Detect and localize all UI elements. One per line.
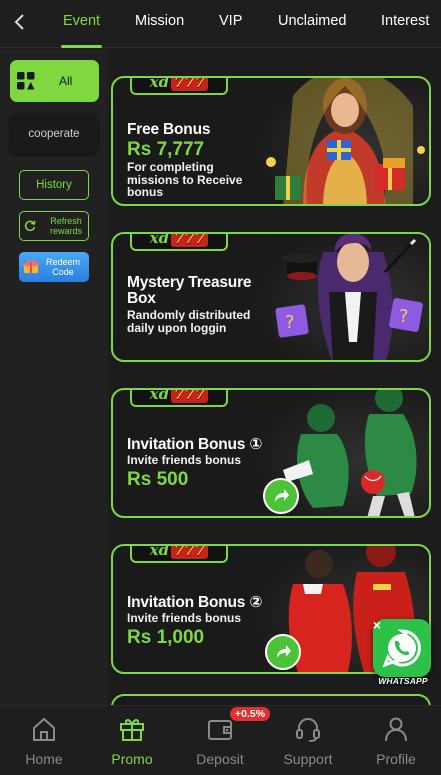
xd777-logo: xd 777	[130, 78, 228, 95]
xd777-logo: xd 777	[130, 234, 228, 251]
nav-profile[interactable]: Profile	[352, 706, 440, 775]
nav-deposit-label: Deposit	[196, 751, 244, 767]
nav-support[interactable]: Support	[264, 706, 352, 775]
grid-icon	[17, 72, 35, 90]
svg-text:?: ?	[285, 312, 295, 333]
category-sidebar: All cooperate History Refresh rewards Re…	[0, 49, 108, 705]
xd777-logo: xd 777	[130, 390, 228, 407]
banner-title: Invitation Bonus ①	[127, 436, 263, 453]
tab-vip[interactable]: VIP	[219, 0, 242, 48]
wallet-icon	[208, 720, 232, 740]
redeem-code-label: Redeem Code	[45, 257, 81, 277]
share-arrow-icon	[263, 478, 299, 514]
tab-event[interactable]: Event	[60, 0, 103, 48]
nav-support-label: Support	[283, 751, 333, 767]
refresh-rewards-label: Refresh rewards	[49, 216, 82, 236]
nav-promo-label: Promo	[111, 751, 153, 767]
whatsapp-label: WHATSAPP	[378, 676, 428, 686]
nav-home[interactable]: Home	[0, 706, 88, 775]
gift-icon	[120, 719, 144, 741]
magician-woman-illustration: ? ?	[275, 234, 423, 360]
xd777-logo: xd 777	[130, 546, 228, 563]
tab-interest[interactable]: Interest	[381, 0, 429, 48]
user-icon	[385, 717, 407, 742]
nav-promo[interactable]: Promo	[88, 706, 176, 775]
refresh-icon	[24, 220, 36, 232]
mystery-treasure-box-banner[interactable]: ? ? xd 777 Mystery Treasure Box Randomly …	[111, 232, 431, 362]
banner-amount: Rs 500	[127, 469, 189, 490]
banner-title: Mystery Treasure Box	[127, 274, 252, 307]
banner-subtitle: Invite friends bonus	[127, 453, 242, 467]
home-icon	[33, 717, 55, 741]
refresh-rewards-button[interactable]: Refresh rewards	[19, 211, 89, 241]
headset-icon	[296, 718, 320, 742]
back-icon[interactable]	[6, 8, 34, 36]
nav-profile-label: Profile	[376, 751, 416, 767]
category-all-label: All	[59, 74, 73, 88]
banner-title: Free Bonus	[127, 121, 211, 138]
woman-with-gifts-illustration	[266, 78, 425, 204]
close-whatsapp-icon[interactable]: ×	[370, 618, 384, 632]
history-button[interactable]: History	[19, 170, 89, 200]
category-cooperate-button[interactable]: cooperate	[10, 114, 98, 154]
bottom-nav: Home Promo Deposit Support Profile	[0, 705, 441, 775]
tab-mission[interactable]: Mission	[135, 0, 184, 48]
gift-box-icon	[23, 260, 39, 273]
banner-subtitle: For completing missions to Receive bonus	[127, 160, 243, 199]
free-bonus-banner[interactable]: xd 777 Free Bonus Rs 7,777 For completing…	[111, 76, 431, 206]
banner-amount: Rs 7,777	[127, 139, 205, 160]
banner-subtitle: Randomly distributed daily upon loggin	[127, 308, 251, 335]
svg-text:?: ?	[399, 306, 409, 327]
banner-subtitle: Invite friends bonus	[127, 611, 242, 625]
banner-title: Invitation Bonus ②	[127, 594, 263, 611]
banner-amount: Rs 1,000	[127, 627, 205, 648]
tab-unclaimed[interactable]: Unclaimed	[278, 0, 347, 48]
category-all-button[interactable]: All	[10, 60, 99, 102]
deposit-bonus-badge: +0.5%	[230, 707, 271, 721]
invitation-bonus-1-banner[interactable]: xd 777 Invitation Bonus ① Invite friends …	[111, 388, 431, 518]
share-arrow-icon	[265, 634, 301, 670]
nav-home-label: Home	[25, 751, 63, 767]
redeem-code-button[interactable]: Redeem Code	[19, 252, 89, 282]
top-nav: Event Mission VIP Unclaimed Interest	[0, 0, 441, 48]
whatsapp-icon	[382, 629, 421, 668]
